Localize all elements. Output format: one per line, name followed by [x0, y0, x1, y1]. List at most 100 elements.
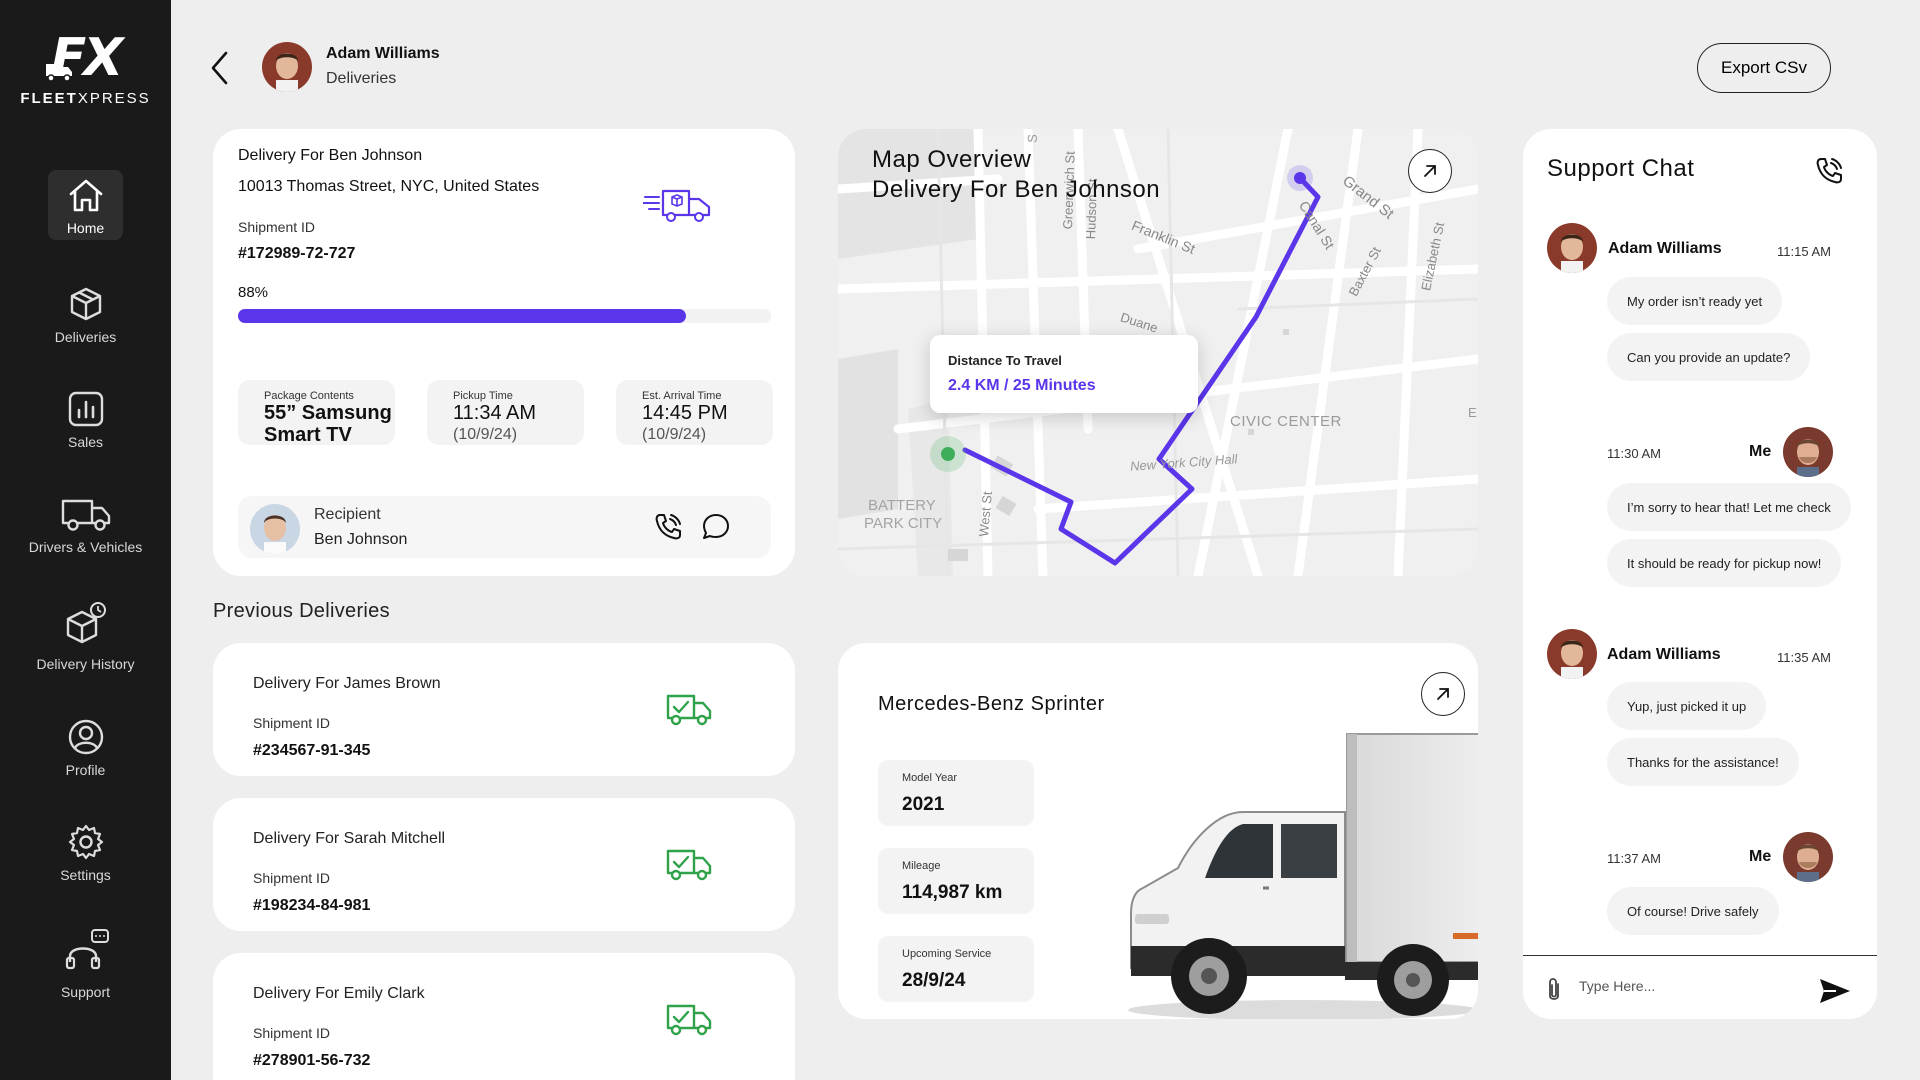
truck-icon — [61, 499, 110, 531]
sidebar-item-delivery-history[interactable]: Delivery History — [0, 600, 171, 672]
delivery-title: Delivery For Ben Johnson — [238, 147, 423, 164]
sidebar-item-label: Deliveries — [54, 329, 117, 345]
pickup-time-chip: Pickup Time 11:34 AM (10/9/24) — [427, 380, 584, 445]
model-year-chip: Model Year 2021 — [878, 760, 1034, 826]
previous-delivery-card[interactable]: Delivery For Emily Clark Shipment ID #27… — [213, 953, 795, 1080]
expand-map-button[interactable] — [1408, 149, 1452, 193]
delivered-truck-icon — [666, 1004, 712, 1036]
sidebar: FX FLEETXPRESS Home Deliveries Sales Dri… — [0, 0, 171, 1080]
shipment-id-label: Shipment ID — [253, 1025, 331, 1041]
chat-message-input[interactable] — [1579, 978, 1799, 994]
distance-popup: Distance To Travel 2.4 KM / 25 Minutes — [930, 335, 1198, 413]
box-history-icon — [66, 602, 106, 644]
map-title-line: Map Overview — [872, 146, 1032, 173]
call-recipient-icon[interactable] — [652, 511, 684, 543]
previous-delivery-card[interactable]: Delivery For James Brown Shipment ID #23… — [213, 643, 795, 776]
message-recipient-icon[interactable] — [700, 511, 732, 543]
shipment-id-label: Shipment ID — [238, 219, 316, 235]
map-title-line: Delivery For Ben Johnson — [872, 176, 1161, 203]
delivered-truck-icon — [666, 849, 712, 881]
arrival-time-value: 14:45 PM — [642, 402, 728, 424]
sidebar-item-drivers-vehicles[interactable]: Drivers & Vehicles — [0, 495, 171, 555]
sidebar-item-label: Support — [60, 984, 111, 1000]
vehicle-card: Mercedes-Benz Sprinter Model Year 2021 M… — [838, 643, 1478, 1019]
sidebar-item-settings[interactable]: Settings — [0, 823, 171, 883]
call-support-icon[interactable] — [1813, 155, 1845, 187]
my-avatar[interactable] — [1783, 832, 1833, 882]
chat-timestamp: 11:35 AM — [1777, 650, 1831, 665]
sidebar-item-label: Settings — [60, 867, 111, 883]
header-subtitle: Deliveries — [326, 70, 397, 87]
sidebar-item-support[interactable]: Support — [0, 928, 171, 1000]
logo-truck-icon — [46, 64, 72, 82]
arrival-time-chip: Est. Arrival Time 14:45 PM (10/9/24) — [616, 380, 773, 445]
brand-logo[interactable]: FX FLEETXPRESS — [0, 30, 171, 107]
chevron-left-icon — [211, 51, 228, 85]
shipment-id-label: Shipment ID — [253, 870, 331, 886]
mileage-chip: Mileage 114,987 km — [878, 848, 1034, 914]
delivery-address: 10013 Thomas Street, NYC, United States — [238, 178, 540, 195]
sidebar-item-label: Drivers & Vehicles — [28, 539, 143, 555]
sidebar-item-home[interactable]: Home — [48, 170, 123, 240]
shipment-id: #198234-84-981 — [253, 897, 371, 914]
previous-delivery-card[interactable]: Delivery For Sarah Mitchell Shipment ID … — [213, 798, 795, 931]
mileage-value: 114,987 km — [902, 882, 1003, 903]
chat-message: I’m sorry to hear that! Let me check — [1607, 483, 1851, 531]
sidebar-item-profile[interactable]: Profile — [0, 718, 171, 778]
recipient-row: Recipient Ben Johnson — [238, 496, 771, 558]
shipment-id-label: Shipment ID — [253, 715, 331, 731]
bar-chart-icon — [68, 391, 103, 427]
arrival-date-value: (10/9/24) — [642, 426, 707, 443]
chat-sender-name: Me — [1749, 443, 1772, 460]
chat-message: Yup, just picked it up — [1607, 682, 1767, 730]
avatar[interactable] — [1547, 629, 1597, 679]
avatar[interactable] — [1547, 223, 1597, 273]
pickup-date-value: (10/9/24) — [453, 426, 518, 443]
headset-icon — [65, 929, 109, 970]
fast-delivery-truck-icon — [643, 189, 711, 222]
map-edge-label: E — [1468, 405, 1477, 420]
recipient-avatar[interactable] — [250, 504, 300, 554]
avatar[interactable] — [262, 42, 312, 92]
logo-text: FLEETXPRESS — [20, 90, 151, 107]
sidebar-item-sales[interactable]: Sales — [0, 390, 171, 450]
shipment-id: #234567-91-345 — [253, 742, 371, 759]
previous-deliveries-title: Previous Deliveries — [213, 600, 390, 622]
delivered-truck-icon — [666, 694, 712, 726]
sidebar-item-label: Sales — [67, 434, 104, 450]
send-icon[interactable] — [1818, 976, 1852, 1006]
header-user-name: Adam Williams — [326, 45, 440, 62]
sidebar-item-deliveries[interactable]: Deliveries — [0, 285, 171, 345]
home-icon — [69, 179, 102, 212]
support-chat-panel: Support Chat Adam Williams 11:15 AM My o… — [1523, 129, 1877, 1019]
previous-delivery-title: Delivery For Sarah Mitchell — [253, 830, 446, 847]
chat-message: Thanks for the assistance! — [1607, 738, 1799, 786]
chat-input-bar — [1523, 955, 1877, 1025]
package-contents-value: 55” Samsung Smart TV — [264, 402, 392, 446]
previous-delivery-title: Delivery For Emily Clark — [253, 985, 425, 1002]
export-csv-button[interactable]: Export CSv — [1697, 43, 1831, 93]
model-year-value: 2021 — [902, 794, 945, 815]
arrow-up-right-icon — [1437, 688, 1449, 700]
map-overview-card[interactable]: Grand St Canal St Franklin St Hudson St … — [838, 129, 1478, 576]
previous-delivery-title: Delivery For James Brown — [253, 675, 441, 692]
distance-label: Distance To Travel — [948, 353, 1062, 368]
chat-timestamp: 11:15 AM — [1777, 244, 1831, 259]
support-chat-title: Support Chat — [1547, 155, 1695, 182]
user-icon — [68, 719, 103, 755]
chat-message: Can you provide an update? — [1607, 333, 1811, 381]
back-button[interactable] — [208, 50, 232, 91]
upcoming-service-chip: Upcoming Service 28/9/24 — [878, 936, 1034, 1002]
upcoming-service-label: Upcoming Service — [902, 948, 992, 960]
mileage-label: Mileage — [902, 860, 941, 872]
open-vehicle-button[interactable] — [1421, 672, 1465, 716]
sidebar-item-label: Home — [66, 220, 105, 236]
district-label: BATTERY — [868, 497, 936, 514]
chat-sender-name: Adam Williams — [1607, 646, 1721, 663]
district-label: CIVIC CENTER — [1230, 413, 1342, 430]
gear-icon — [68, 824, 103, 860]
progress-fill — [238, 309, 686, 323]
package-contents-chip: Package Contents 55” Samsung Smart TV — [238, 380, 395, 446]
paperclip-icon[interactable] — [1543, 976, 1565, 1004]
my-avatar[interactable] — [1783, 427, 1833, 477]
